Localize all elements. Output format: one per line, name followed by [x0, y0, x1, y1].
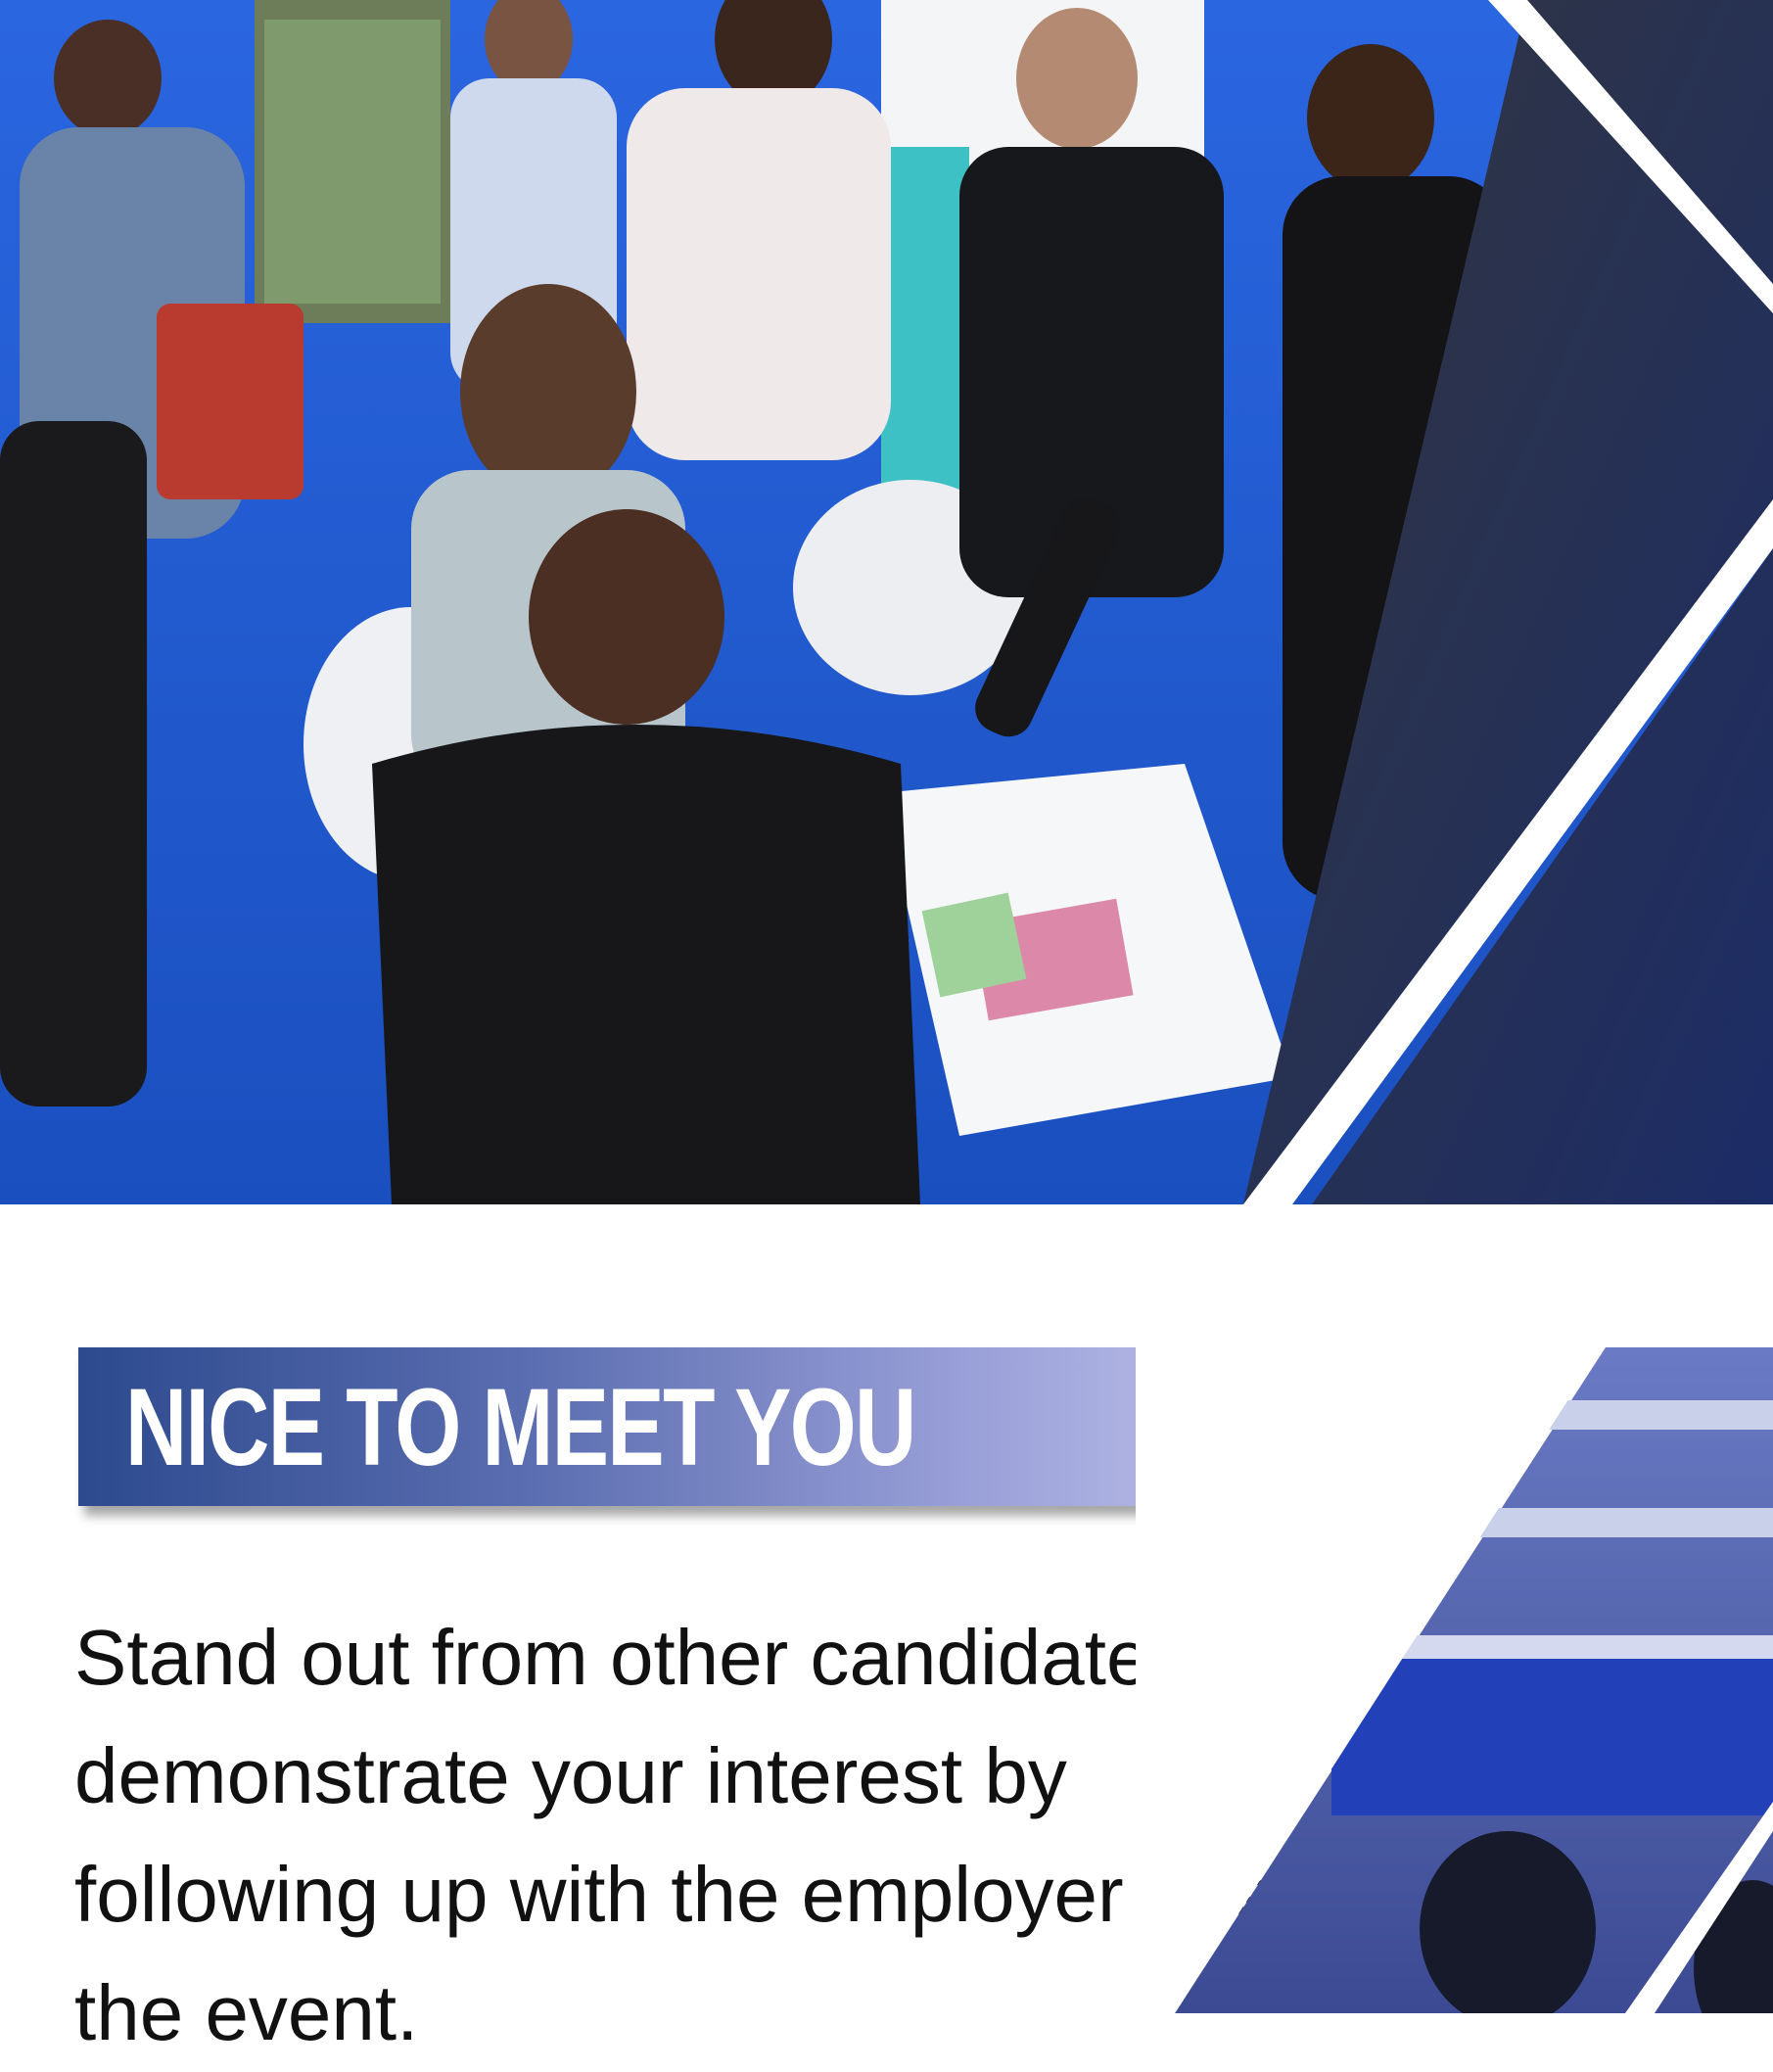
side-collage-image	[1136, 1342, 1773, 2013]
hero-photo	[0, 0, 1773, 1204]
page-title: NICE TO MEET YOU	[125, 1366, 916, 1488]
